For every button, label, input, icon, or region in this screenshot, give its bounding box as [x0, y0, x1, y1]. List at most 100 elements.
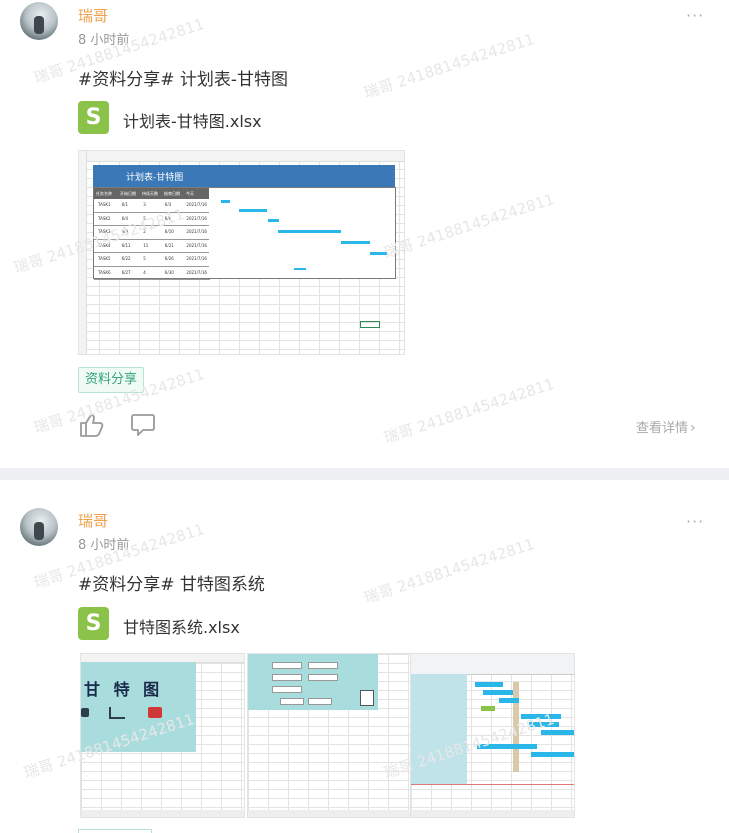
topic-tag[interactable]	[78, 829, 152, 833]
table-cell: 4	[143, 269, 146, 275]
file-name[interactable]: 甘特图系统.xlsx	[123, 614, 240, 638]
comment-icon[interactable]	[130, 413, 156, 437]
gantt-bar	[529, 722, 559, 727]
sheet-title-bar: 计划表-甘特图	[93, 165, 395, 187]
table-cell: 6/9	[121, 229, 129, 234]
gantt-bar	[499, 698, 519, 703]
table-cell: 11	[143, 242, 149, 248]
table-cell: 5	[143, 215, 146, 221]
table-cell: 6/8	[164, 215, 172, 221]
file-preview-image[interactable]: 计划表-甘特图 任务名称 开始日期 持续天数 结束日期 今天 TASK1 6/1 3…	[78, 150, 405, 355]
table-cell: TASK6	[98, 269, 111, 275]
today-marker	[513, 682, 519, 772]
file-name[interactable]: 计划表-甘特图.xlsx	[123, 108, 262, 132]
file-preview-image[interactable]	[410, 653, 575, 818]
avatar[interactable]	[20, 508, 58, 546]
gantt-bar	[221, 200, 230, 203]
table-cell: 2021/7/16	[186, 256, 207, 261]
table-cell: 6/11	[121, 242, 131, 248]
header-cell: 今天	[186, 191, 194, 196]
thumbs-up-icon[interactable]	[79, 412, 105, 438]
spreadsheet-file-icon: S	[78, 607, 109, 640]
chart-icon	[109, 707, 125, 719]
table-cell: 6/27	[121, 269, 131, 275]
table-cell: TASK3	[98, 229, 111, 234]
gantt-bar	[239, 209, 267, 212]
task-table-row: TASK1 6/1 3 6/3 2021/7/16	[94, 199, 210, 213]
post-card: 瑞哥 8 小时前 ··· #资料分享# 计划表-甘特图 S 计划表-甘特图.xl…	[0, 0, 729, 468]
table-cell: 2	[143, 229, 146, 234]
gantt-bar	[475, 682, 503, 687]
table-cell: TASK1	[98, 202, 111, 207]
header-cell: 开始日期	[120, 191, 136, 196]
form-button	[280, 698, 304, 705]
table-cell: 5	[143, 256, 146, 261]
sheet-tabs	[411, 810, 574, 817]
table-cell: 6/1	[121, 202, 129, 207]
author-name[interactable]: 瑞哥	[78, 510, 108, 531]
sheet-row-header	[79, 151, 87, 354]
author-name[interactable]: 瑞哥	[78, 5, 108, 26]
sheet-tabs	[248, 810, 411, 817]
table-cell: 2021/7/16	[186, 202, 207, 207]
topic-tag[interactable]: 资料分享	[78, 367, 145, 393]
gantt-bar	[278, 230, 341, 233]
header-cell: 任务名称	[96, 191, 112, 196]
gantt-bar	[370, 252, 387, 255]
post-time: 8 小时前	[78, 538, 130, 553]
table-cell: TASK4	[98, 242, 111, 248]
gantt-bar	[341, 241, 370, 244]
form-field	[272, 662, 302, 669]
sheet-tabs	[81, 810, 244, 817]
table-cell: 6/30	[164, 269, 174, 275]
header-cell: 持续天数	[142, 191, 158, 196]
post-time: 8 小时前	[78, 33, 130, 48]
form-field	[308, 662, 338, 669]
gantt-bar	[477, 744, 537, 749]
file-preview-image[interactable]: 甘 特 图	[80, 653, 245, 818]
table-cell: 2021/7/16	[186, 229, 207, 234]
sheet-toolbar	[411, 654, 574, 675]
post-title: #资料分享# 甘特图系统	[78, 575, 265, 595]
table-cell: 6/10	[164, 229, 174, 234]
more-options-icon[interactable]: ···	[686, 512, 704, 531]
file-preview-image[interactable]	[247, 653, 412, 818]
table-cell: 6/4	[121, 215, 129, 221]
task-table-header: 任务名称 开始日期 持续天数 结束日期 今天	[94, 188, 210, 199]
post-title: #资料分享# 计划表-甘特图	[78, 70, 289, 90]
gantt-legend	[294, 268, 306, 270]
table-cell: 2021/7/16	[186, 269, 207, 275]
form-field	[272, 674, 302, 681]
table-cell: 6/3	[164, 202, 172, 207]
view-details-link[interactable]: 查看详情 ›	[636, 417, 696, 436]
toolbox-icon	[148, 707, 162, 718]
post-card: 瑞哥 8 小时前 ··· #资料分享# 甘特图系统 S 甘特图系统.xlsx 甘…	[0, 480, 729, 833]
gantt-bar	[481, 706, 495, 711]
task-table-body: TASK1 6/1 3 6/3 2021/7/16 TASK2 6/4 5 6/8 2021/7/…	[94, 199, 210, 280]
gantt-bar	[541, 730, 574, 735]
gantt-bar	[521, 714, 561, 719]
form-field	[308, 674, 338, 681]
settings-icon	[81, 708, 89, 717]
gantt-bar	[483, 690, 513, 695]
task-table-row: TASK4 6/11 11 6/21 2021/7/16	[94, 240, 210, 253]
selected-cell	[360, 321, 380, 328]
task-table-row: TASK2 6/4 5 6/8 2021/7/16	[94, 213, 210, 226]
sheet-title: 甘 特 图	[84, 680, 164, 699]
task-table-row: TASK5 6/22 5 6/26 2021/7/16	[94, 253, 210, 267]
chevron-right-icon: ›	[690, 420, 696, 436]
task-table: 任务名称 开始日期 持续天数 结束日期 今天 TASK1 6/1 3 6/3 2021/…	[93, 187, 211, 280]
save-icon	[360, 690, 374, 706]
header-cell: 结束日期	[164, 191, 180, 196]
gantt-bar	[531, 752, 574, 757]
table-cell: 2021/7/16	[186, 215, 207, 221]
table-cell: TASK5	[98, 256, 111, 261]
task-table	[411, 674, 467, 784]
table-cell: 3	[143, 202, 146, 207]
avatar[interactable]	[20, 2, 58, 40]
table-cell: 2021/7/16	[186, 242, 207, 248]
table-cell: 6/21	[164, 242, 174, 248]
task-table-row: TASK6 6/27 4 6/30 2021/7/16	[94, 267, 210, 280]
form-field	[272, 686, 302, 693]
more-options-icon[interactable]: ···	[686, 6, 704, 25]
